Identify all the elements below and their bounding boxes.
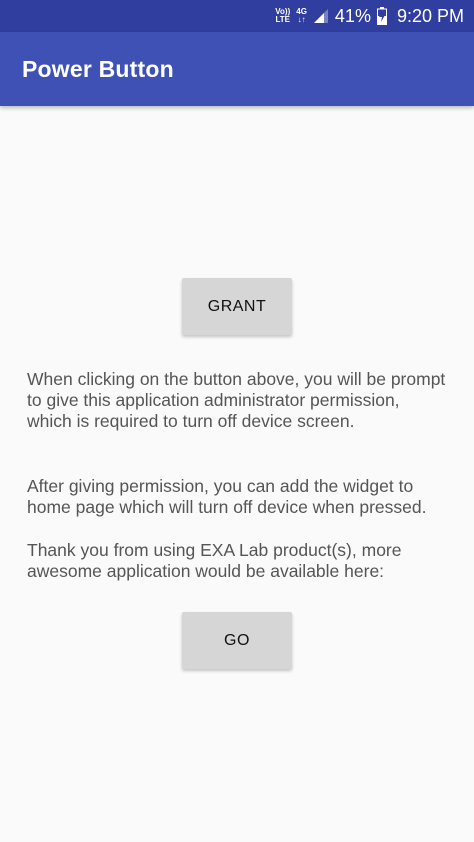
status-bar: Vo)) LTE 4G ↓↑ 41% 9:20 PM [0,0,474,32]
battery-charging-icon [376,7,387,25]
app-bar: Power Button [0,32,474,106]
app-title: Power Button [22,55,174,82]
volte-indicator: Vo)) LTE [275,8,290,24]
thank-you-message: Thank you from using EXA Lab product(s),… [27,540,402,581]
network-type-indicator: 4G ↓↑ [296,8,307,24]
status-time: 9:20 PM [396,5,464,26]
lte-label: LTE [275,15,291,24]
permission-description: When clicking on the button above, you w… [27,369,446,431]
network-arrows: ↓↑ [297,15,306,24]
grant-button[interactable]: GRANT [182,278,292,335]
go-button[interactable]: GO [182,612,292,669]
widget-description: After giving permission, you can add the… [27,476,427,517]
battery-percent: 41% [334,5,371,26]
signal-icon [313,8,329,24]
